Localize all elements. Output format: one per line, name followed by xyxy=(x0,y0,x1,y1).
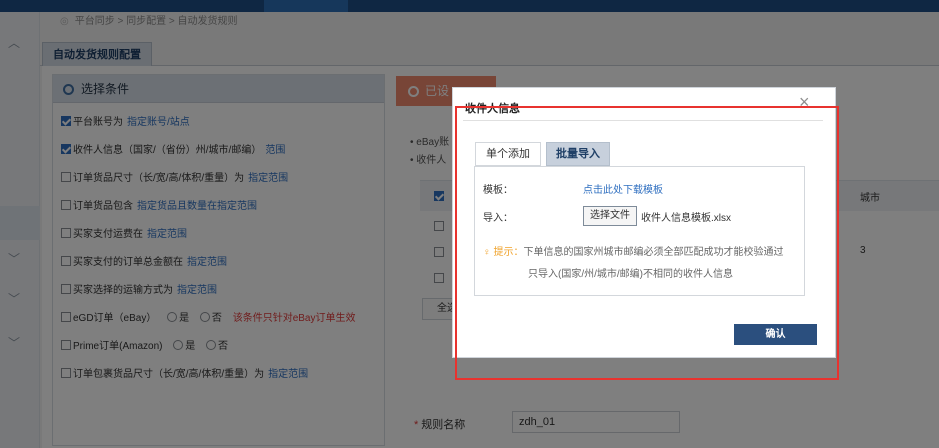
highlight-box xyxy=(455,106,839,380)
